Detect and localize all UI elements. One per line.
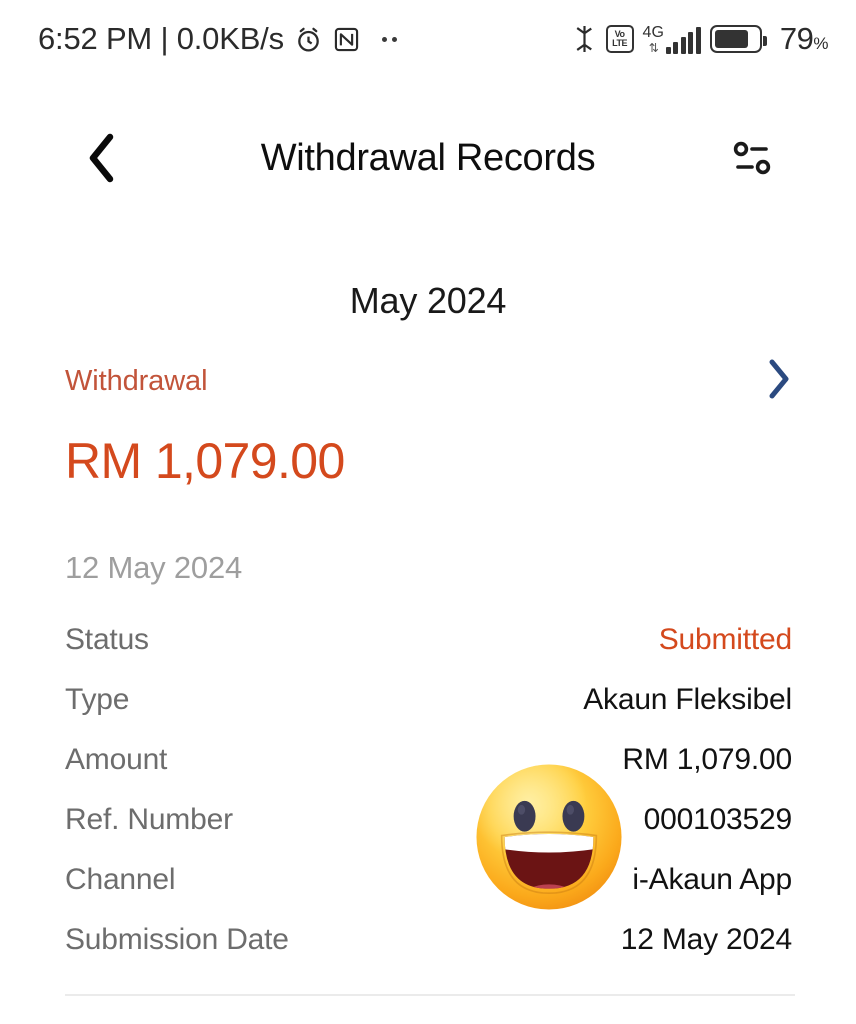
battery-icon xyxy=(709,25,767,53)
alarm-clock-icon xyxy=(294,25,323,54)
status-bar-left: 6:52 PM | 0.0KB/s xyxy=(38,21,397,57)
table-row: Type Akaun Fleksibel xyxy=(65,670,792,730)
filter-settings-button[interactable] xyxy=(722,127,784,189)
network-type-label: 4G xyxy=(642,23,664,41)
chevron-right-icon xyxy=(769,359,789,399)
filter-settings-icon xyxy=(733,141,771,175)
list-divider xyxy=(65,994,795,996)
status-bar-right: Vo LTE 4G ⇅ 79% xyxy=(572,21,828,57)
detail-value: 12 May 2024 xyxy=(620,923,792,956)
signal-bars-icon xyxy=(665,26,701,54)
status-badge: Submitted xyxy=(658,623,792,656)
summary-expand-button[interactable] xyxy=(766,358,792,405)
nfc-icon xyxy=(333,26,360,53)
detail-value: RM 1,079.00 xyxy=(622,743,792,776)
battery-fill xyxy=(714,30,749,48)
table-row: Amount RM 1,079.00 xyxy=(65,730,792,790)
back-button[interactable] xyxy=(72,128,132,188)
status-bar: 6:52 PM | 0.0KB/s Vo LTE 4G ⇅ 79% xyxy=(0,0,856,78)
detail-label: Type xyxy=(65,683,130,716)
table-row: Ref. Number 000103529 xyxy=(65,790,792,850)
detail-value: Akaun Fleksibel xyxy=(583,683,792,716)
table-row: Status Submitted xyxy=(65,610,792,670)
detail-label: Status xyxy=(65,623,149,656)
bluetooth-icon xyxy=(572,24,597,54)
volte-badge-icon: Vo LTE xyxy=(605,25,634,53)
table-row: Submission Date 12 May 2024 xyxy=(65,910,792,970)
record-detail-list: Status Submitted Type Akaun Fleksibel Am… xyxy=(65,610,792,970)
summary-kind-label: Withdrawal xyxy=(65,365,208,397)
chevron-left-icon xyxy=(89,133,114,183)
record-date: 12 May 2024 xyxy=(65,550,243,585)
withdrawal-summary-row[interactable]: Withdrawal xyxy=(65,358,792,405)
detail-value: 000103529 xyxy=(643,803,793,836)
detail-value: i-Akaun App xyxy=(632,863,792,896)
clock-and-network-speed: 6:52 PM | 0.0KB/s xyxy=(38,21,284,56)
withdrawal-total-amount: RM 1,079.00 xyxy=(65,433,345,489)
network-type-stack: 4G ⇅ xyxy=(642,23,664,55)
detail-label: Channel xyxy=(65,863,176,896)
detail-label: Ref. Number xyxy=(65,803,233,836)
detail-label: Amount xyxy=(65,743,168,776)
month-label: May 2024 xyxy=(349,280,507,321)
network-signal-indicator: 4G ⇅ xyxy=(642,23,701,55)
app-header: Withdrawal Records xyxy=(0,108,856,208)
two-dots-icon xyxy=(381,36,397,42)
data-transfer-arrows-icon: ⇅ xyxy=(648,40,659,55)
detail-label: Submission Date xyxy=(65,923,289,956)
battery-percent-label: 79% xyxy=(779,21,829,56)
table-row: Channel i-Akaun App xyxy=(65,850,792,910)
